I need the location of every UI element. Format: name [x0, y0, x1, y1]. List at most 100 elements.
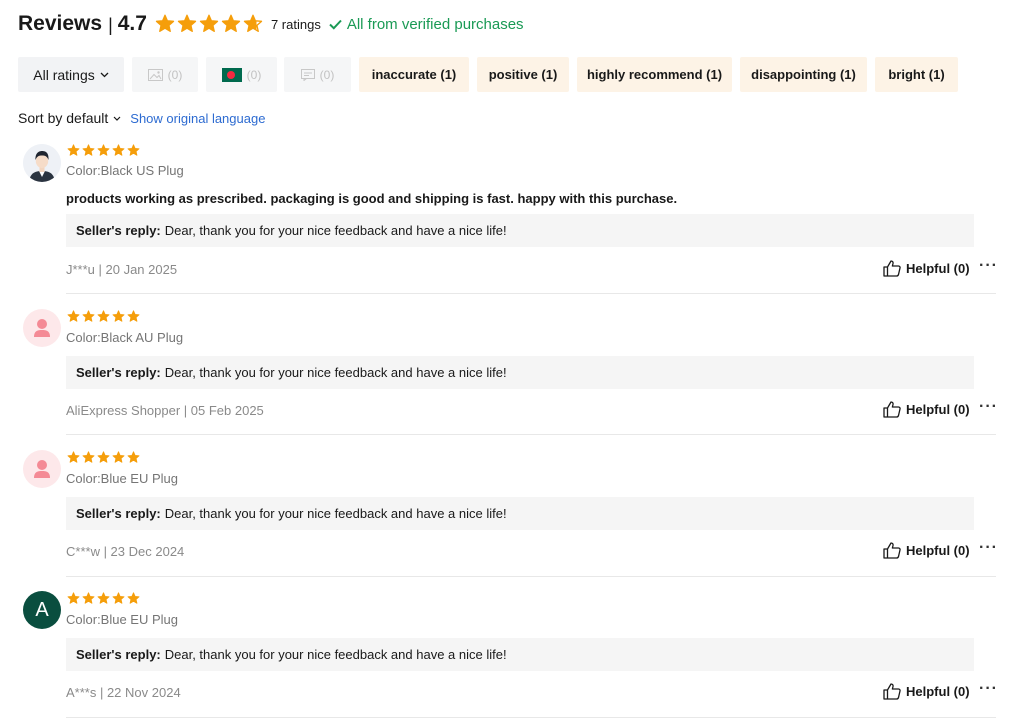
review-stars [67, 592, 140, 605]
star-icon [97, 144, 110, 156]
seller-reply: Seller's reply: Dear, thank you for your… [66, 356, 974, 389]
more-options-button[interactable]: ··· [979, 539, 998, 557]
sort-bar: Sort by default Show original language [18, 109, 265, 127]
filter-bar: All ratings (0) (0) (0) inaccurate (1) p… [18, 57, 958, 92]
star-icon [112, 144, 125, 156]
thumbs-up-icon [883, 542, 901, 559]
person-silhouette-icon [23, 309, 61, 347]
seller-reply: Seller's reply: Dear, thank you for your… [66, 497, 974, 530]
seller-reply: Seller's reply: Dear, thank you for your… [66, 214, 974, 247]
tag-positive[interactable]: positive (1) [477, 57, 569, 92]
thumbs-up-icon [883, 683, 901, 700]
chevron-down-icon [100, 72, 109, 77]
star-icon [67, 592, 80, 604]
star-icon [97, 310, 110, 322]
star-icon [155, 14, 175, 32]
review-variant: Color:Blue EU Plug [66, 612, 178, 627]
image-filter-count: (0) [167, 67, 183, 82]
star-icon [199, 14, 219, 32]
helpful-count: Helpful (0) [906, 543, 970, 558]
sort-dropdown[interactable]: Sort by default [18, 110, 108, 126]
verified-purchases-badge: All from verified purchases [329, 16, 524, 33]
image-icon [147, 68, 163, 81]
helpful-button[interactable]: Helpful (0) [883, 401, 970, 418]
review-stars [67, 144, 140, 157]
seller-reply-label: Seller's reply: [76, 647, 161, 662]
bangladesh-flag-icon [221, 67, 242, 82]
star-icon [112, 451, 125, 463]
star-icon [127, 310, 140, 322]
tag-bright[interactable]: bright (1) [875, 57, 958, 92]
image-filter-chip[interactable]: (0) [132, 57, 198, 92]
star-icon [97, 592, 110, 604]
country-filter-chip[interactable]: (0) [206, 57, 277, 92]
helpful-count: Helpful (0) [906, 402, 970, 417]
tag-disappointing[interactable]: disappointing (1) [740, 57, 867, 92]
country-filter-count: (0) [246, 67, 262, 82]
thumbs-up-icon [883, 260, 901, 277]
chevron-down-icon[interactable] [113, 116, 121, 121]
review-author-date: AliExpress Shopper | 05 Feb 2025 [66, 403, 264, 418]
tag-inaccurate[interactable]: inaccurate (1) [359, 57, 469, 92]
review-variant: Color:Black US Plug [66, 163, 184, 178]
review-divider [66, 717, 996, 718]
seller-reply-label: Seller's reply: [76, 506, 161, 521]
tag-highly-recommend[interactable]: highly recommend (1) [577, 57, 732, 92]
more-options-button[interactable]: ··· [979, 257, 998, 275]
review-stars [67, 310, 140, 323]
star-icon [112, 592, 125, 604]
helpful-button[interactable]: Helpful (0) [883, 260, 970, 277]
star-icon [82, 592, 95, 604]
man-avatar-icon [23, 144, 61, 182]
show-original-language-link[interactable]: Show original language [130, 111, 265, 126]
average-rating-stars [155, 14, 263, 34]
title-separator: | [108, 14, 113, 35]
helpful-count: Helpful (0) [906, 261, 970, 276]
star-icon [127, 592, 140, 604]
star-icon [67, 451, 80, 463]
star-icon [112, 310, 125, 322]
review-author-date: A***s | 22 Nov 2024 [66, 685, 181, 700]
star-icon [243, 14, 263, 32]
seller-reply-label: Seller's reply: [76, 223, 161, 238]
review-divider [66, 576, 996, 577]
star-icon [82, 144, 95, 156]
star-icon [127, 144, 140, 156]
average-rating: 4.7 [117, 12, 147, 35]
star-icon [127, 451, 140, 463]
comment-icon [300, 68, 315, 81]
checkmark-icon [329, 19, 342, 30]
helpful-count: Helpful (0) [906, 684, 970, 699]
thumbs-up-icon [883, 401, 901, 418]
star-icon [82, 310, 95, 322]
reviews-header: Reviews | 4.7 7 ratings All from verifie… [18, 8, 524, 40]
person-silhouette-icon [23, 450, 61, 488]
review-text: products working as prescribed. packagin… [66, 191, 678, 206]
star-icon [221, 14, 241, 32]
all-ratings-dropdown[interactable]: All ratings [18, 57, 124, 92]
seller-reply-text: Dear, thank you for your nice feedback a… [164, 647, 507, 662]
more-options-button[interactable]: ··· [979, 680, 998, 698]
rating-count: 7 ratings [270, 16, 321, 32]
star-icon [177, 14, 197, 32]
seller-reply-text: Dear, thank you for your nice feedback a… [164, 365, 507, 380]
star-icon [82, 451, 95, 463]
page-title: Reviews [18, 12, 103, 35]
helpful-button[interactable]: Helpful (0) [883, 683, 970, 700]
comment-filter-count: (0) [319, 67, 335, 82]
review-author-date: C***w | 23 Dec 2024 [66, 544, 185, 559]
verified-text: All from verified purchases [346, 15, 524, 33]
comment-filter-chip[interactable]: (0) [284, 57, 351, 92]
star-icon [67, 310, 80, 322]
more-options-button[interactable]: ··· [979, 398, 998, 416]
letter-avatar: A [23, 591, 61, 629]
seller-reply: Seller's reply: Dear, thank you for your… [66, 638, 974, 671]
helpful-button[interactable]: Helpful (0) [883, 542, 970, 559]
star-icon [67, 144, 80, 156]
review-stars [67, 451, 140, 464]
review-author-date: J***u | 20 Jan 2025 [66, 262, 178, 277]
seller-reply-label: Seller's reply: [76, 365, 161, 380]
review-variant: Color:Blue EU Plug [66, 471, 178, 486]
review-divider [66, 434, 996, 435]
seller-reply-text: Dear, thank you for your nice feedback a… [164, 506, 507, 521]
